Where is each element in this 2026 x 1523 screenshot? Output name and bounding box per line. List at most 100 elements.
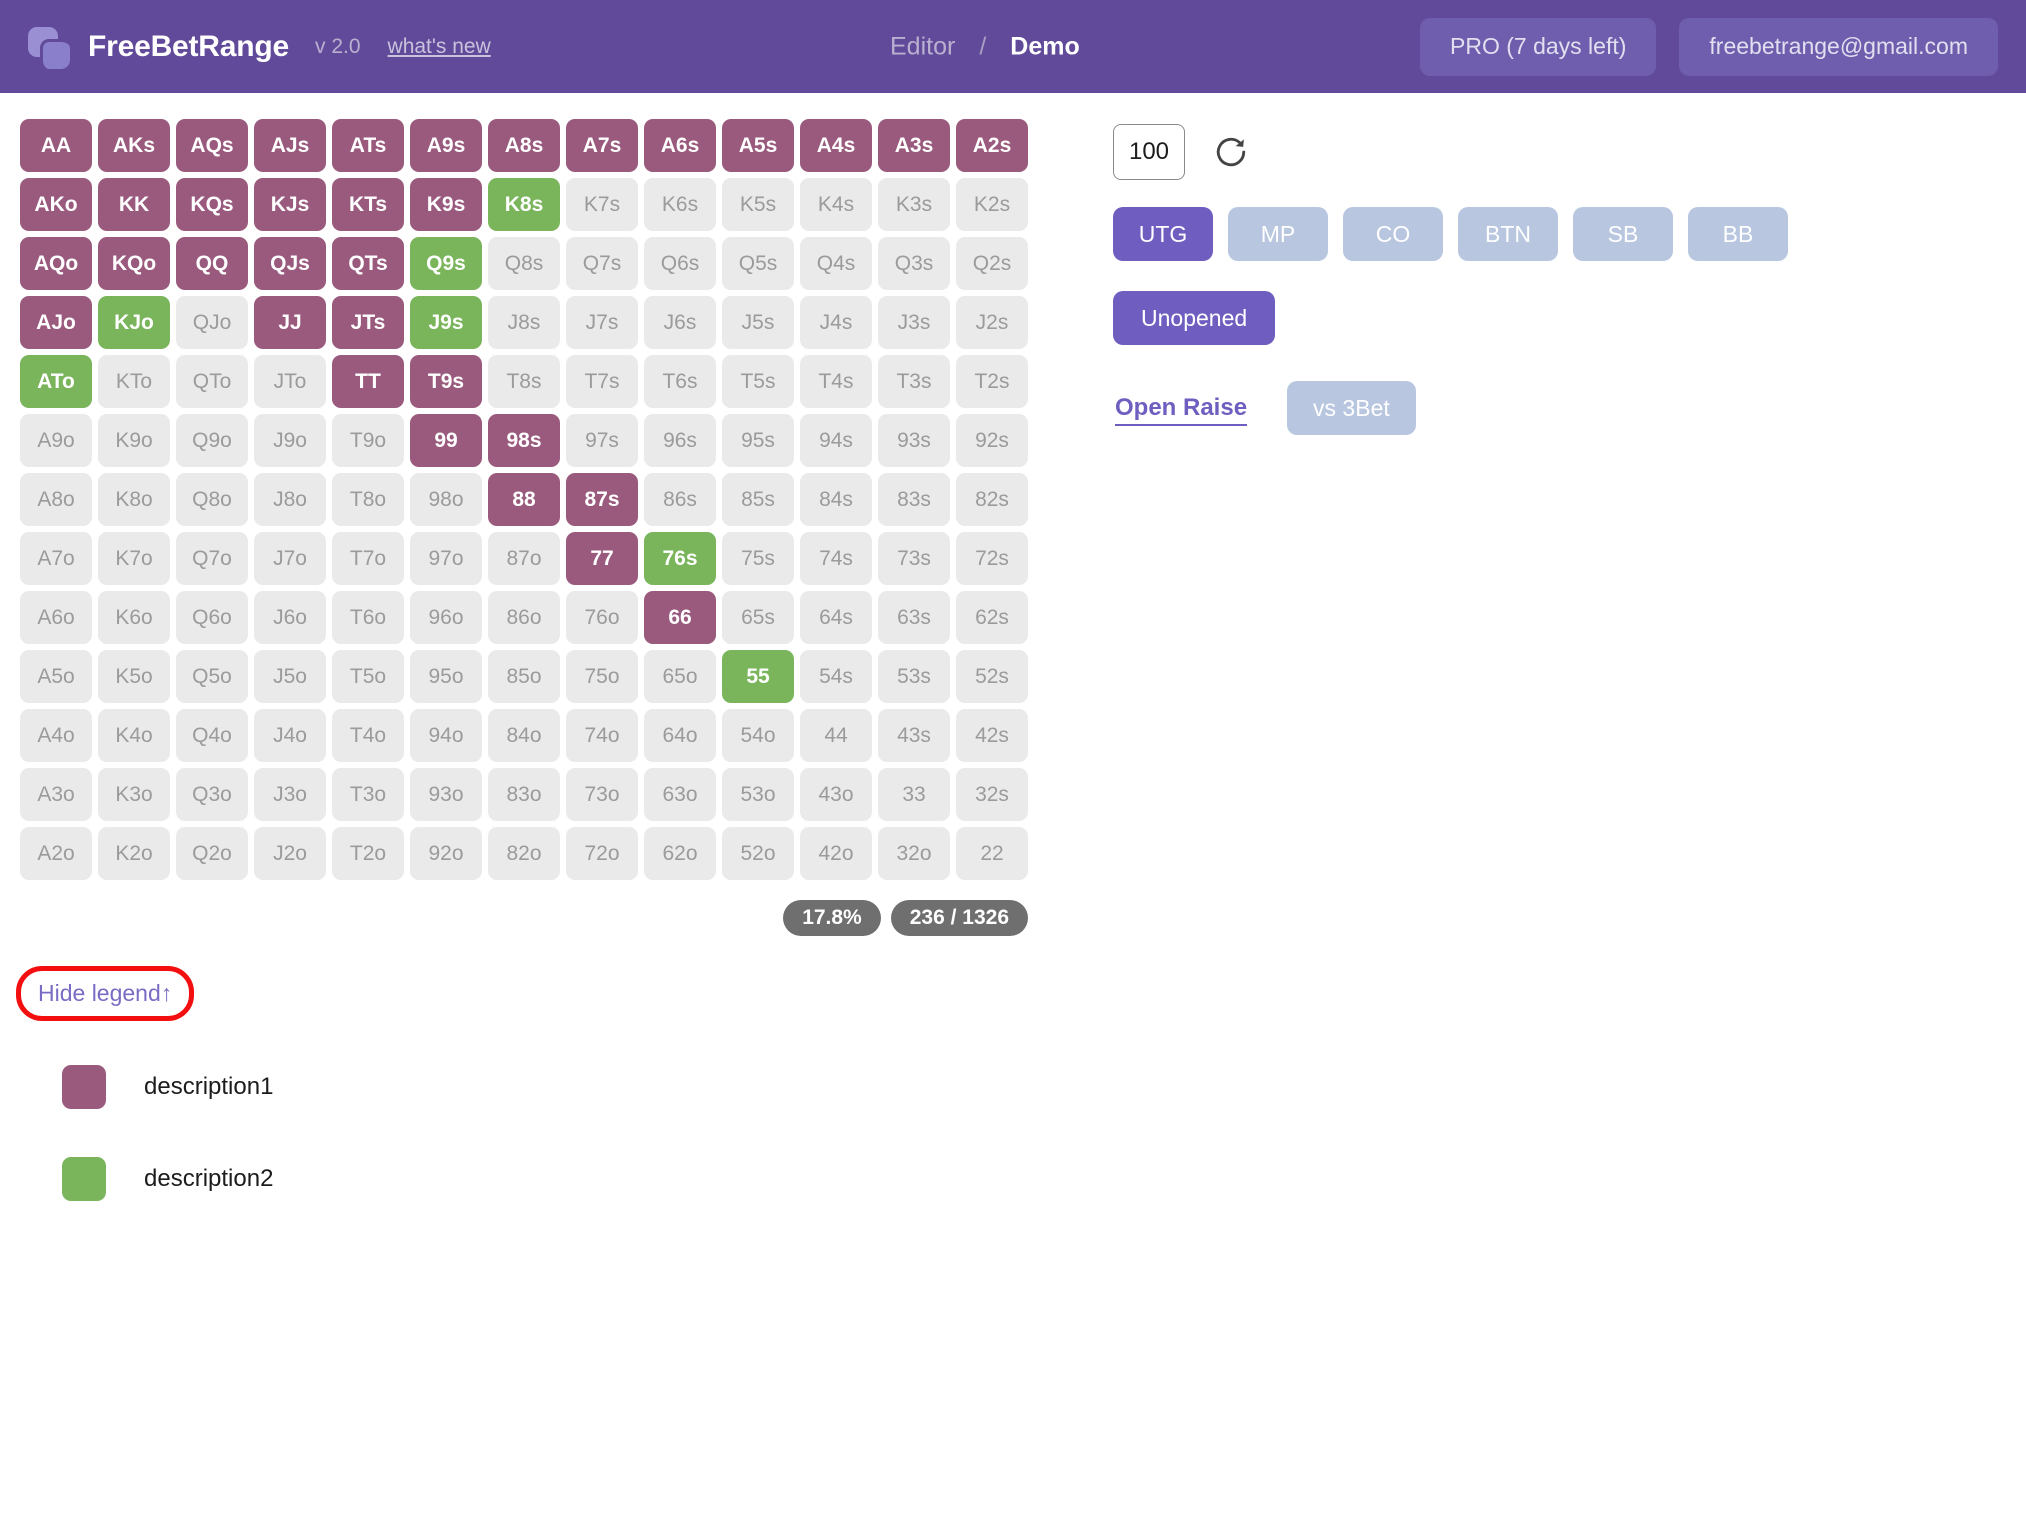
- range-cell-K2o[interactable]: K2o: [98, 827, 170, 880]
- range-cell-A2s[interactable]: A2s: [956, 119, 1028, 172]
- range-cell-T5s[interactable]: T5s: [722, 355, 794, 408]
- range-cell-96s[interactable]: 96s: [644, 414, 716, 467]
- whats-new-link[interactable]: what's new: [388, 35, 491, 59]
- range-cell-42o[interactable]: 42o: [800, 827, 872, 880]
- range-cell-J4o[interactable]: J4o: [254, 709, 326, 762]
- range-cell-J5o[interactable]: J5o: [254, 650, 326, 703]
- range-cell-A9o[interactable]: A9o: [20, 414, 92, 467]
- range-cell-J7o[interactable]: J7o: [254, 532, 326, 585]
- range-cell-K7o[interactable]: K7o: [98, 532, 170, 585]
- range-cell-84s[interactable]: 84s: [800, 473, 872, 526]
- range-cell-83o[interactable]: 83o: [488, 768, 560, 821]
- range-cell-T7o[interactable]: T7o: [332, 532, 404, 585]
- range-cell-Q4s[interactable]: Q4s: [800, 237, 872, 290]
- scenario-unopened-button[interactable]: Unopened: [1113, 291, 1276, 345]
- range-cell-AQo[interactable]: AQo: [20, 237, 92, 290]
- account-button[interactable]: freebetrange@gmail.com: [1679, 17, 1998, 76]
- range-cell-55[interactable]: 55: [722, 650, 794, 703]
- stack-size-input[interactable]: [1113, 124, 1185, 180]
- range-cell-J2o[interactable]: J2o: [254, 827, 326, 880]
- range-cell-62s[interactable]: 62s: [956, 591, 1028, 644]
- range-cell-TT[interactable]: TT: [332, 355, 404, 408]
- range-cell-KQs[interactable]: KQs: [176, 178, 248, 231]
- position-button-mp[interactable]: MP: [1228, 207, 1328, 261]
- range-cell-T2s[interactable]: T2s: [956, 355, 1028, 408]
- range-cell-KK[interactable]: KK: [98, 178, 170, 231]
- range-cell-JJ[interactable]: JJ: [254, 296, 326, 349]
- range-cell-T4s[interactable]: T4s: [800, 355, 872, 408]
- range-cell-53o[interactable]: 53o: [722, 768, 794, 821]
- range-cell-AKs[interactable]: AKs: [98, 119, 170, 172]
- range-cell-ATs[interactable]: ATs: [332, 119, 404, 172]
- range-cell-85o[interactable]: 85o: [488, 650, 560, 703]
- range-cell-65s[interactable]: 65s: [722, 591, 794, 644]
- range-cell-A5s[interactable]: A5s: [722, 119, 794, 172]
- range-cell-95o[interactable]: 95o: [410, 650, 482, 703]
- range-cell-JTs[interactable]: JTs: [332, 296, 404, 349]
- range-cell-22[interactable]: 22: [956, 827, 1028, 880]
- range-cell-A7s[interactable]: A7s: [566, 119, 638, 172]
- range-cell-43s[interactable]: 43s: [878, 709, 950, 762]
- range-cell-QTs[interactable]: QTs: [332, 237, 404, 290]
- range-cell-QTo[interactable]: QTo: [176, 355, 248, 408]
- range-cell-84o[interactable]: 84o: [488, 709, 560, 762]
- action-tabs[interactable]: Open Raise vs 3Bet: [1113, 381, 2026, 435]
- range-cell-K2s[interactable]: K2s: [956, 178, 1028, 231]
- range-cell-A3s[interactable]: A3s: [878, 119, 950, 172]
- refresh-icon[interactable]: [1213, 134, 1249, 170]
- range-cell-QJo[interactable]: QJo: [176, 296, 248, 349]
- range-cell-T7s[interactable]: T7s: [566, 355, 638, 408]
- range-cell-42s[interactable]: 42s: [956, 709, 1028, 762]
- breadcrumb-editor[interactable]: Editor: [890, 32, 955, 61]
- range-cell-J9s[interactable]: J9s: [410, 296, 482, 349]
- range-cell-A2o[interactable]: A2o: [20, 827, 92, 880]
- position-selector[interactable]: UTG MP CO BTN SB BB: [1113, 207, 2026, 261]
- range-cell-K5s[interactable]: K5s: [722, 178, 794, 231]
- position-button-utg[interactable]: UTG: [1113, 207, 1213, 261]
- range-cell-A5o[interactable]: A5o: [20, 650, 92, 703]
- range-cell-J4s[interactable]: J4s: [800, 296, 872, 349]
- range-cell-82s[interactable]: 82s: [956, 473, 1028, 526]
- range-cell-K8s[interactable]: K8s: [488, 178, 560, 231]
- range-cell-J8s[interactable]: J8s: [488, 296, 560, 349]
- range-cell-63o[interactable]: 63o: [644, 768, 716, 821]
- range-cell-92s[interactable]: 92s: [956, 414, 1028, 467]
- range-cell-95s[interactable]: 95s: [722, 414, 794, 467]
- range-cell-Q2o[interactable]: Q2o: [176, 827, 248, 880]
- range-cell-44[interactable]: 44: [800, 709, 872, 762]
- range-cell-52s[interactable]: 52s: [956, 650, 1028, 703]
- range-cell-Q5o[interactable]: Q5o: [176, 650, 248, 703]
- range-cell-Q8o[interactable]: Q8o: [176, 473, 248, 526]
- range-cell-64s[interactable]: 64s: [800, 591, 872, 644]
- range-cell-AJs[interactable]: AJs: [254, 119, 326, 172]
- range-cell-T5o[interactable]: T5o: [332, 650, 404, 703]
- range-cell-82o[interactable]: 82o: [488, 827, 560, 880]
- range-cell-KTs[interactable]: KTs: [332, 178, 404, 231]
- range-cell-66[interactable]: 66: [644, 591, 716, 644]
- range-cell-K9s[interactable]: K9s: [410, 178, 482, 231]
- range-cell-Q5s[interactable]: Q5s: [722, 237, 794, 290]
- range-cell-Q9o[interactable]: Q9o: [176, 414, 248, 467]
- range-cell-97s[interactable]: 97s: [566, 414, 638, 467]
- range-cell-A6s[interactable]: A6s: [644, 119, 716, 172]
- tab-open-raise[interactable]: Open Raise: [1113, 382, 1249, 434]
- pro-status-button[interactable]: PRO (7 days left): [1420, 17, 1657, 76]
- range-cell-33[interactable]: 33: [878, 768, 950, 821]
- range-cell-J3s[interactable]: J3s: [878, 296, 950, 349]
- hide-legend-toggle[interactable]: Hide legend↑: [38, 980, 172, 1006]
- position-button-btn[interactable]: BTN: [1458, 207, 1558, 261]
- range-cell-75o[interactable]: 75o: [566, 650, 638, 703]
- range-cell-88[interactable]: 88: [488, 473, 560, 526]
- range-cell-72s[interactable]: 72s: [956, 532, 1028, 585]
- range-cell-K3s[interactable]: K3s: [878, 178, 950, 231]
- range-cell-32o[interactable]: 32o: [878, 827, 950, 880]
- range-cell-73s[interactable]: 73s: [878, 532, 950, 585]
- range-cell-T4o[interactable]: T4o: [332, 709, 404, 762]
- range-cell-63s[interactable]: 63s: [878, 591, 950, 644]
- range-cell-AA[interactable]: AA: [20, 119, 92, 172]
- range-cell-K8o[interactable]: K8o: [98, 473, 170, 526]
- range-cell-T2o[interactable]: T2o: [332, 827, 404, 880]
- range-cell-T3o[interactable]: T3o: [332, 768, 404, 821]
- range-cell-43o[interactable]: 43o: [800, 768, 872, 821]
- range-cell-J2s[interactable]: J2s: [956, 296, 1028, 349]
